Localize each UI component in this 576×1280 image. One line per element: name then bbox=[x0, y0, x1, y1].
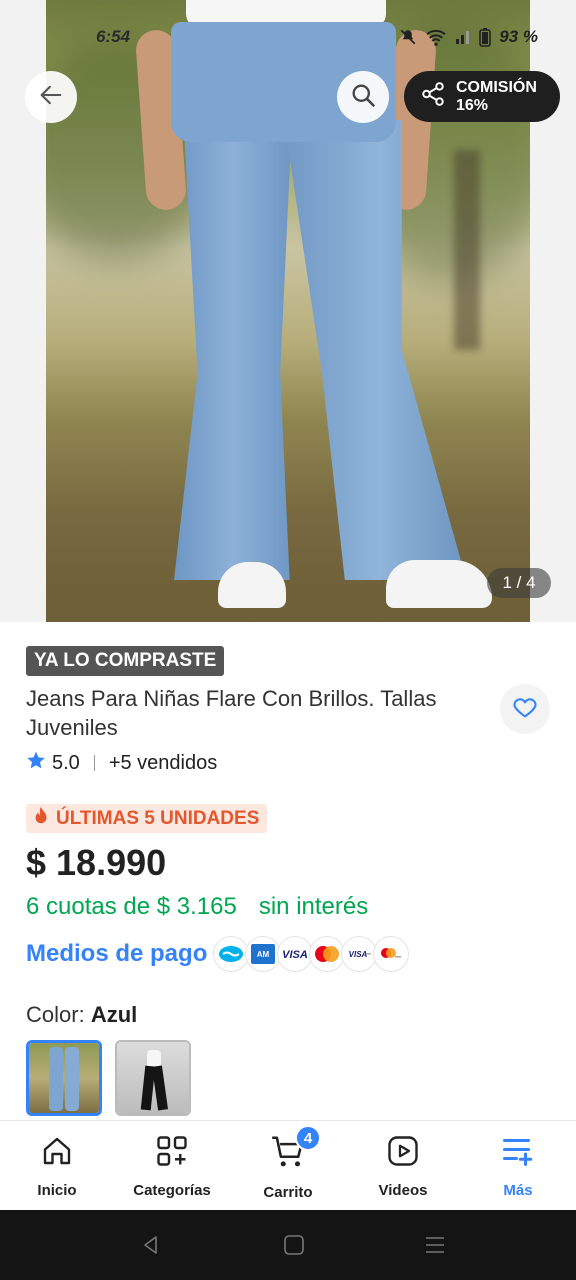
nav-label: Inicio bbox=[37, 1182, 77, 1199]
nav-inicio[interactable]: Inicio bbox=[2, 1121, 112, 1211]
search-button[interactable] bbox=[337, 71, 389, 123]
arrow-left-icon bbox=[37, 81, 65, 114]
cart-count-badge: 4 bbox=[295, 1125, 321, 1151]
installments-amount: 6 cuotas de $ 3.165 bbox=[26, 893, 237, 920]
nav-mas[interactable]: Más bbox=[463, 1121, 573, 1211]
flame-icon bbox=[32, 806, 50, 832]
wifi-icon bbox=[425, 28, 447, 46]
color-swatch-azul[interactable] bbox=[26, 1040, 102, 1116]
back-button[interactable] bbox=[25, 71, 77, 123]
mastercard-icon bbox=[309, 936, 346, 972]
bottom-navigation: Inicio Categorías 4 Carrito Videos Más bbox=[0, 1120, 576, 1210]
payment-methods[interactable]: Medios de pago AM VISA VISA bbox=[26, 936, 410, 972]
visa-icon: VISA bbox=[277, 936, 314, 972]
status-time: 6:54 bbox=[96, 27, 131, 46]
payment-methods-link[interactable]: Medios de pago bbox=[26, 940, 207, 968]
video-icon bbox=[385, 1133, 421, 1174]
search-icon bbox=[349, 81, 377, 114]
menu-plus-icon bbox=[500, 1133, 536, 1174]
color-label: Color: Azul bbox=[26, 1002, 138, 1027]
system-recents-icon[interactable] bbox=[424, 1234, 446, 1261]
installments-interest: sin interés bbox=[258, 893, 369, 920]
scarcity-label: ÚLTIMAS 5 UNIDADES bbox=[56, 807, 260, 829]
product-image-gallery[interactable]: 6:54 93 % COMISIÓN 16% 1 / 4 bbox=[0, 0, 576, 622]
selected-color: Azul bbox=[90, 1002, 138, 1027]
battery-level: 93 % bbox=[499, 27, 538, 46]
star-icon bbox=[26, 750, 46, 776]
color-swatch-negro[interactable] bbox=[115, 1040, 191, 1116]
categories-icon bbox=[154, 1133, 190, 1174]
svg-text:VISA: VISA bbox=[283, 949, 309, 960]
mercadopago-icon bbox=[213, 936, 250, 972]
scarcity-badge: ÚLTIMAS 5 UNIDADES bbox=[26, 804, 268, 833]
nav-categorias[interactable]: Categorías bbox=[117, 1121, 227, 1211]
nav-videos[interactable]: Videos bbox=[348, 1121, 458, 1211]
rating-row[interactable]: 5.0 +5 vendidos bbox=[26, 750, 217, 776]
nav-label: Videos bbox=[378, 1182, 428, 1199]
nav-label: Más bbox=[503, 1182, 533, 1199]
battery-icon bbox=[479, 27, 492, 47]
favorite-button[interactable] bbox=[500, 684, 550, 734]
system-navigation-bar bbox=[0, 1210, 576, 1280]
system-back-icon[interactable] bbox=[140, 1234, 162, 1261]
amex-icon: AM bbox=[245, 936, 282, 972]
commission-share-button[interactable]: COMISIÓN 16% bbox=[404, 71, 560, 122]
nav-label: Categorías bbox=[133, 1182, 211, 1199]
sold-count: +5 vendidos bbox=[108, 751, 218, 774]
heart-icon bbox=[511, 693, 539, 726]
home-icon bbox=[39, 1133, 75, 1174]
divider bbox=[93, 755, 95, 771]
signal-icon bbox=[455, 29, 471, 45]
installments: 6 cuotas de $ 3.165 sin interés bbox=[26, 893, 368, 921]
nav-carrito[interactable]: 4 Carrito bbox=[233, 1121, 343, 1211]
mastercard-debit-icon bbox=[373, 936, 410, 972]
commission-label: COMISIÓN 16% bbox=[456, 78, 537, 114]
status-bar: 6:54 93 % bbox=[0, 24, 576, 54]
mute-icon bbox=[399, 28, 417, 46]
svg-text:AM: AM bbox=[257, 950, 270, 959]
nav-label: Carrito bbox=[263, 1184, 313, 1201]
rating-value: 5.0 bbox=[52, 751, 80, 774]
system-home-icon[interactable] bbox=[283, 1234, 305, 1261]
image-pager: 1 / 4 bbox=[487, 568, 551, 598]
visa-debit-icon: VISA bbox=[341, 936, 378, 972]
product-title: Jeans Para Niñas Flare Con Brillos. Tall… bbox=[26, 686, 437, 740]
product-price: $ 18.990 bbox=[26, 842, 167, 883]
share-icon bbox=[420, 81, 446, 112]
svg-text:VISA: VISA bbox=[349, 950, 368, 959]
bought-badge: YA LO COMPRASTE bbox=[26, 646, 225, 676]
